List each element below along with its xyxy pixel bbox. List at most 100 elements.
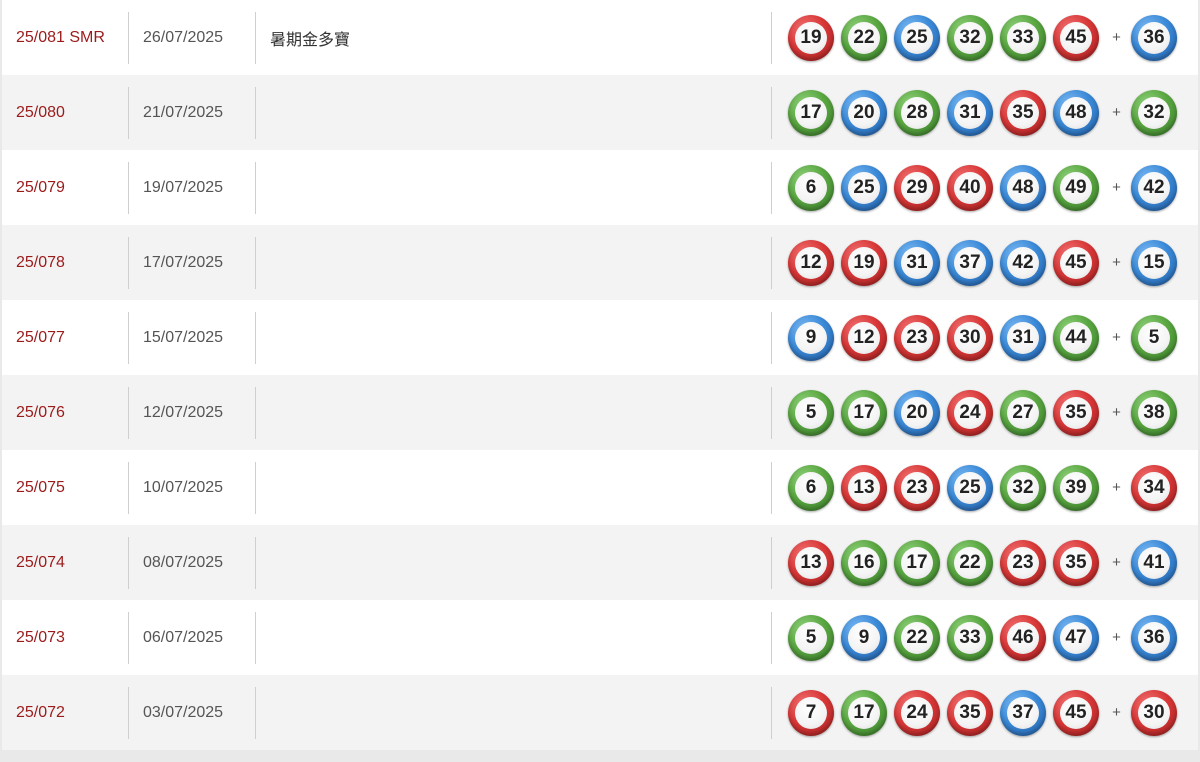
column-divider [771,12,772,64]
column-divider [255,537,256,589]
ball-number: 39 [1060,471,1092,504]
draw-number-link[interactable]: 25/076 [16,375,65,450]
number-ball: 17 [841,689,887,736]
extra-number-ball: 32 [1131,89,1177,136]
ball-number: 37 [1007,696,1039,729]
ball-number: 45 [1060,21,1092,54]
ball-number: 17 [848,696,880,729]
ball-number: 48 [1007,171,1039,204]
extra-number-ball: 36 [1131,14,1177,61]
draw-number-link[interactable]: 25/079 [16,150,65,225]
drawn-numbers: 13 16 17 22 23 35 +41 [788,525,1184,600]
number-ball: 24 [894,689,940,736]
ball-number: 49 [1060,171,1092,204]
ball-number: 19 [848,246,880,279]
column-divider [128,237,129,289]
draw-results-table: 25/081 SMR 26/07/2025 暑期金多寶 19 22 25 32 33 45… [2,0,1198,750]
number-ball: 7 [788,689,834,736]
draw-number-link[interactable]: 25/080 [16,75,65,150]
number-ball: 13 [841,464,887,511]
ball-number: 6 [795,171,827,204]
number-ball: 49 [1053,164,1099,211]
ball-number: 41 [1138,546,1170,579]
ball-number: 35 [954,696,986,729]
column-divider [128,12,129,64]
ball-number: 38 [1138,396,1170,429]
ball-number: 17 [795,96,827,129]
column-divider [128,612,129,664]
extra-number-ball: 15 [1131,239,1177,286]
plus-sign: + [1112,404,1121,421]
ball-number: 35 [1007,96,1039,129]
number-ball: 23 [1000,539,1046,586]
ball-number: 9 [795,321,827,354]
draw-result-row: 25/076 12/07/2025 5 17 20 24 27 35 +38 [2,375,1198,450]
ball-number: 24 [954,396,986,429]
plus-sign: + [1112,104,1121,121]
number-ball: 27 [1000,389,1046,436]
draw-number-link[interactable]: 25/072 [16,675,65,750]
ball-number: 45 [1060,246,1092,279]
number-ball: 46 [1000,614,1046,661]
ball-number: 9 [848,621,880,654]
ball-number: 32 [1138,96,1170,129]
ball-number: 31 [901,246,933,279]
ball-number: 45 [1060,696,1092,729]
ball-number: 42 [1007,246,1039,279]
extra-number-ball: 34 [1131,464,1177,511]
ball-number: 34 [1138,471,1170,504]
ball-number: 44 [1060,321,1092,354]
draw-number-link[interactable]: 25/075 [16,450,65,525]
ball-number: 27 [1007,396,1039,429]
column-divider [128,687,129,739]
column-divider [128,387,129,439]
number-ball: 9 [841,614,887,661]
drawn-numbers: 5 9 22 33 46 47 +36 [788,600,1184,675]
ball-number: 30 [954,321,986,354]
draw-number-link[interactable]: 25/074 [16,525,65,600]
number-ball: 23 [894,314,940,361]
number-ball: 25 [947,464,993,511]
number-ball: 40 [947,164,993,211]
column-divider [255,312,256,364]
extra-number-ball: 5 [1131,314,1177,361]
column-divider [771,162,772,214]
number-ball: 35 [1053,539,1099,586]
ball-number: 25 [954,471,986,504]
draw-number-link[interactable]: 25/077 [16,300,65,375]
column-divider [771,537,772,589]
ball-number: 19 [795,21,827,54]
ball-number: 35 [1060,546,1092,579]
draw-result-row: 25/072 03/07/2025 7 17 24 35 37 45 +30 [2,675,1198,750]
ball-number: 13 [795,546,827,579]
draw-number-link[interactable]: 25/081 SMR [16,0,105,75]
number-ball: 39 [1053,464,1099,511]
ball-number: 24 [901,696,933,729]
drawn-numbers: 17 20 28 31 35 48 +32 [788,75,1184,150]
number-ball: 32 [1000,464,1046,511]
number-ball: 17 [841,389,887,436]
ball-number: 40 [954,171,986,204]
number-ball: 45 [1053,689,1099,736]
ball-number: 20 [848,96,880,129]
number-ball: 31 [894,239,940,286]
ball-number: 7 [795,696,827,729]
column-divider [255,462,256,514]
draw-number-link[interactable]: 25/078 [16,225,65,300]
plus-sign: + [1112,179,1121,196]
draw-result-row: 25/081 SMR 26/07/2025 暑期金多寶 19 22 25 32 33 45… [2,0,1198,75]
number-ball: 25 [841,164,887,211]
drawn-numbers: 19 22 25 32 33 45 +36 [788,0,1184,75]
number-ball: 30 [947,314,993,361]
draw-date: 06/07/2025 [143,628,224,646]
number-ball: 37 [1000,689,1046,736]
ball-number: 22 [901,621,933,654]
number-ball: 16 [841,539,887,586]
ball-number: 35 [1060,396,1092,429]
ball-number: 16 [848,546,880,579]
ball-number: 15 [1138,246,1170,279]
draw-number-link[interactable]: 25/073 [16,600,65,675]
drawn-numbers: 6 13 23 25 32 39 +34 [788,450,1184,525]
ball-number: 31 [954,96,986,129]
number-ball: 5 [788,389,834,436]
